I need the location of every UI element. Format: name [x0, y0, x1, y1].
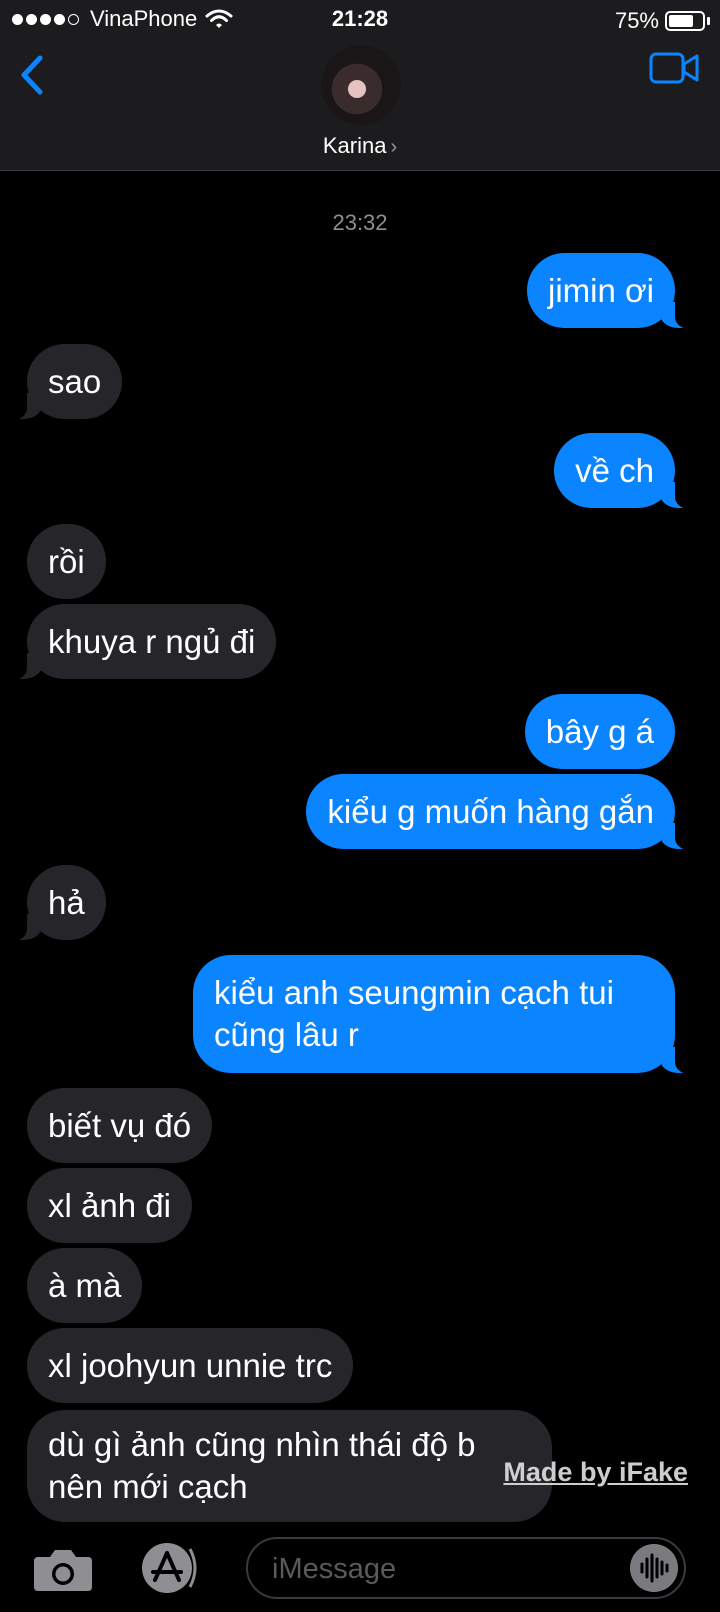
- message-bubble-received[interactable]: à mà: [27, 1248, 143, 1323]
- message-text: biết vụ đó: [48, 1106, 192, 1144]
- message-text: hả: [48, 883, 85, 921]
- message-bubble-sent[interactable]: bây g á: [524, 694, 675, 769]
- audio-waveform-icon[interactable]: [630, 1544, 678, 1592]
- message-text: xl joohyun unnie trc: [48, 1346, 333, 1384]
- conversation-timestamp: 23:32: [332, 210, 388, 235]
- message-text: về ch: [575, 451, 654, 489]
- message-bubble-sent[interactable]: kiểu g muốn hàng gắn: [306, 774, 701, 850]
- message-text: sao: [48, 362, 102, 400]
- message-input-placeholder: iMessage: [272, 1553, 397, 1585]
- input-bar: iMessage: [0, 1525, 720, 1612]
- message-bubble-received[interactable]: khuya r ngủ đi: [0, 604, 277, 680]
- message-text: kiểu g muốn hàng gắn: [327, 792, 654, 830]
- message-text: kiểu anh seungmin cạch tui cũng lâu r: [214, 974, 614, 1053]
- message-text: à mà: [48, 1266, 122, 1304]
- camera-icon[interactable]: [32, 1545, 94, 1593]
- message-text: xl ảnh đi: [48, 1186, 171, 1224]
- message-bubble-received[interactable]: sao: [0, 344, 123, 420]
- status-right: 75%: [615, 8, 710, 34]
- message-bubble-received[interactable]: dù gì ảnh cũng nhìn thái độ b nên mới cạ…: [27, 1410, 552, 1522]
- contact-name: Karina: [322, 133, 387, 158]
- status-bar: VinaPhone 21:28 75%: [0, 0, 720, 40]
- message-bubble-received[interactable]: xl ảnh đi: [27, 1168, 192, 1243]
- message-bubble-received[interactable]: biết vụ đó: [27, 1088, 213, 1163]
- watermark: Made by iFake: [503, 1457, 688, 1487]
- message-bubble-received[interactable]: rồi: [27, 524, 106, 599]
- battery-icon: [665, 11, 705, 31]
- chevron-right-icon: ›: [390, 136, 398, 158]
- message-input[interactable]: iMessage: [246, 1537, 686, 1599]
- avatar[interactable]: [321, 45, 401, 125]
- app-store-icon[interactable]: [136, 1541, 206, 1595]
- message-bubble-sent[interactable]: jimin ơi: [527, 253, 701, 329]
- message-bubble-sent[interactable]: về ch: [554, 433, 701, 509]
- message-text: bây g á: [545, 712, 654, 750]
- contact-name-button[interactable]: Karina ›: [0, 133, 720, 159]
- video-camera-icon[interactable]: [648, 48, 700, 88]
- status-time: 21:28: [331, 6, 389, 31]
- message-text: khuya r ngủ đi: [48, 622, 256, 660]
- conversation-header: Karina ›: [0, 40, 720, 171]
- message-bubble-received[interactable]: xl joohyun unnie trc: [27, 1328, 354, 1403]
- message-bubble-sent[interactable]: kiểu anh seungmin cạch tui cũng lâu r: [193, 955, 701, 1074]
- message-text: dù gì ảnh cũng nhìn thái độ b nên mới cạ…: [48, 1426, 476, 1505]
- back-chevron-icon[interactable]: [14, 50, 54, 100]
- message-text: rồi: [48, 542, 85, 580]
- battery-percent: 75%: [614, 8, 659, 33]
- message-bubble-received[interactable]: hả: [1, 865, 106, 941]
- message-text: jimin ơi: [548, 271, 654, 309]
